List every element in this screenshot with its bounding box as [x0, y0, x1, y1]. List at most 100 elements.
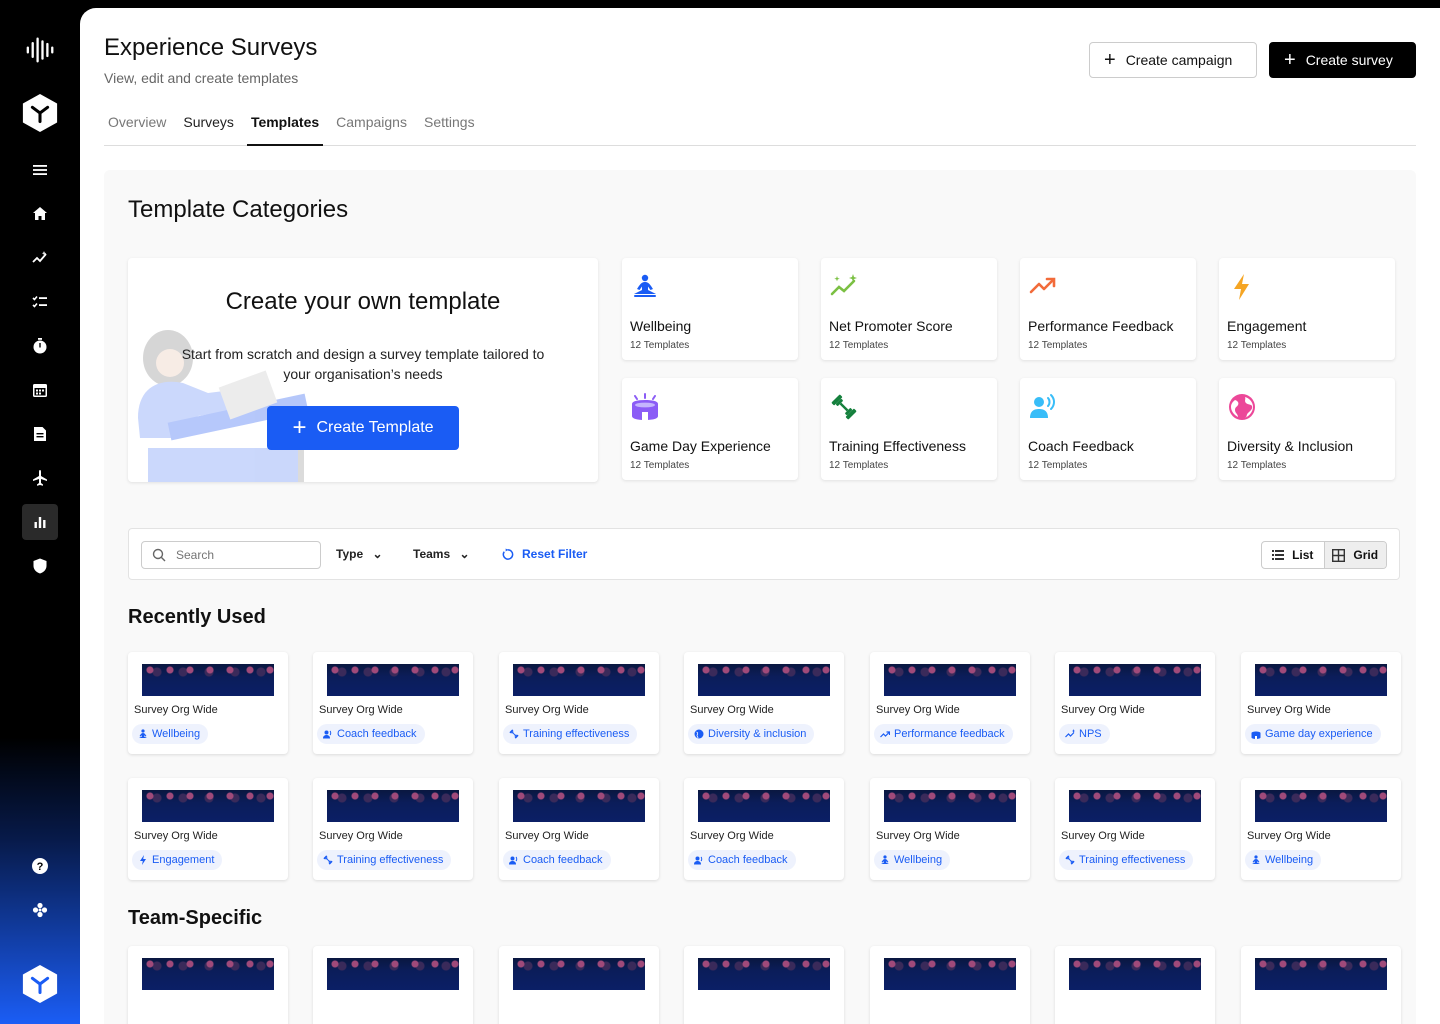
- category-name: Performance Feedback: [1028, 318, 1174, 334]
- create-own-description: Start from scratch and design a survey t…: [181, 346, 545, 382]
- home-icon[interactable]: [22, 196, 58, 232]
- template-thumbnail: [698, 958, 830, 990]
- template-thumbnail: [327, 790, 459, 822]
- category-card-wellbeing[interactable]: Wellbeing 12 Templates: [622, 258, 798, 360]
- create-survey-button[interactable]: + Create survey: [1269, 42, 1416, 78]
- category-name: Coach Feedback: [1028, 438, 1134, 454]
- airplane-icon[interactable]: [22, 460, 58, 496]
- template-card[interactable]: Survey Org Wide Performance feedback: [870, 652, 1030, 754]
- category-card-training-effectiveness[interactable]: Training Effectiveness 12 Templates: [821, 378, 997, 480]
- category-tag-label: Wellbeing: [894, 854, 943, 866]
- tab-overview[interactable]: Overview: [104, 108, 170, 146]
- tab-surveys[interactable]: Surveys: [179, 108, 238, 146]
- template-card[interactable]: Survey Org Wide Wellbeing: [128, 652, 288, 754]
- category-tag: Coach feedback: [688, 850, 796, 870]
- template-title: Survey Org Wide: [1247, 704, 1331, 716]
- category-tag-label: Wellbeing: [1265, 854, 1314, 866]
- grid-icon: [1332, 548, 1346, 562]
- template-card[interactable]: Survey Org Wide Training effectiveness: [313, 778, 473, 880]
- document-icon[interactable]: [22, 416, 58, 452]
- category-tag: Performance feedback: [874, 724, 1013, 744]
- category-card-engagement[interactable]: Engagement 12 Templates: [1219, 258, 1395, 360]
- search-box[interactable]: [141, 541, 321, 569]
- category-card-coach-feedback[interactable]: Coach Feedback 12 Templates: [1020, 378, 1196, 480]
- grid-view-button[interactable]: Grid: [1323, 542, 1386, 568]
- create-campaign-button[interactable]: + Create campaign: [1089, 42, 1257, 78]
- search-input[interactable]: [176, 548, 296, 562]
- category-card-performance-feedback[interactable]: Performance Feedback 12 Templates: [1020, 258, 1196, 360]
- create-template-button[interactable]: + Create Template: [267, 406, 459, 450]
- template-thumbnail: [1255, 790, 1387, 822]
- waveform-logo-icon[interactable]: [22, 32, 58, 68]
- template-card[interactable]: Survey Org Wide Coach feedback: [499, 778, 659, 880]
- template-card[interactable]: Survey Org Wide Coach feedback: [684, 778, 844, 880]
- template-card[interactable]: Survey Org Wide Training effectiveness: [1055, 778, 1215, 880]
- category-tag-label: Training effectiveness: [1079, 854, 1186, 866]
- category-card-game-day-experience[interactable]: Game Day Experience 12 Templates: [622, 378, 798, 480]
- tab-campaigns[interactable]: Campaigns: [332, 108, 411, 146]
- category-name: Game Day Experience: [630, 438, 771, 454]
- template-title: Survey Org Wide: [690, 704, 774, 716]
- template-card[interactable]: Survey Org Wide Game day experience: [1241, 652, 1401, 754]
- template-title: Survey Org Wide: [319, 704, 403, 716]
- template-card[interactable]: Survey Org Wide NPS: [1055, 652, 1215, 754]
- category-card-diversity-inclusion[interactable]: Diversity & Inclusion 12 Templates: [1219, 378, 1395, 480]
- template-card[interactable]: [1055, 946, 1215, 1024]
- template-thumbnail: [884, 664, 1016, 696]
- checklist-icon[interactable]: [22, 284, 58, 320]
- category-count: 12 Templates: [829, 340, 889, 351]
- list-icon: [1272, 550, 1285, 560]
- teams-dropdown[interactable]: Teams ⌄: [413, 547, 470, 561]
- template-card[interactable]: Survey Org Wide Coach feedback: [313, 652, 473, 754]
- reset-filter-button[interactable]: Reset Filter: [501, 547, 587, 561]
- globe-icon: [694, 729, 704, 739]
- plus-icon: +: [1104, 49, 1116, 71]
- bolt-icon: [1234, 274, 1249, 300]
- trend-sparkle-icon: [1065, 729, 1075, 738]
- template-card[interactable]: [870, 946, 1030, 1024]
- chevron-down-icon: ⌄: [372, 547, 383, 561]
- category-count: 12 Templates: [1028, 460, 1088, 471]
- type-dropdown-label: Type: [336, 547, 364, 561]
- analytics-icon[interactable]: [22, 240, 58, 276]
- template-card[interactable]: [1241, 946, 1401, 1024]
- team-specific-title: Team-Specific: [128, 907, 263, 929]
- type-dropdown[interactable]: Type ⌄: [336, 547, 383, 561]
- brand-logo-bottom-icon[interactable]: [20, 962, 60, 1006]
- calendar-icon[interactable]: [22, 372, 58, 408]
- list-view-button[interactable]: List: [1262, 542, 1324, 568]
- menu-icon[interactable]: [22, 152, 58, 188]
- help-icon[interactable]: ?: [22, 848, 58, 884]
- bar-chart-icon[interactable]: [22, 504, 58, 540]
- template-card[interactable]: Survey Org Wide Wellbeing: [870, 778, 1030, 880]
- template-card[interactable]: Survey Org Wide Diversity & inclusion: [684, 652, 844, 754]
- template-card[interactable]: [499, 946, 659, 1024]
- template-categories-title: Template Categories: [128, 196, 349, 223]
- svg-text:?: ?: [37, 861, 44, 873]
- template-title: Survey Org Wide: [876, 704, 960, 716]
- chevron-down-icon: ⌄: [459, 547, 470, 561]
- meditation-icon: [634, 274, 656, 297]
- template-card[interactable]: [313, 946, 473, 1024]
- tab-settings[interactable]: Settings: [420, 108, 479, 146]
- dumbbell-icon: [831, 394, 857, 420]
- template-card[interactable]: [128, 946, 288, 1024]
- brand-logo-icon[interactable]: [20, 92, 60, 134]
- category-tag-label: Training effectiveness: [337, 854, 444, 866]
- sidebar: ?: [0, 0, 80, 1024]
- timer-icon[interactable]: [22, 328, 58, 364]
- template-card[interactable]: Survey Org Wide Engagement: [128, 778, 288, 880]
- template-card[interactable]: Survey Org Wide Training effectiveness: [499, 652, 659, 754]
- template-thumbnail: [1255, 664, 1387, 696]
- template-card[interactable]: Survey Org Wide Wellbeing: [1241, 778, 1401, 880]
- teams-dropdown-label: Teams: [413, 547, 451, 561]
- category-tag: NPS: [1059, 724, 1110, 744]
- template-card[interactable]: [684, 946, 844, 1024]
- category-tag-label: Engagement: [152, 854, 215, 866]
- list-view-label: List: [1292, 548, 1314, 562]
- apps-icon[interactable]: [22, 892, 58, 928]
- template-title: Survey Org Wide: [1061, 704, 1145, 716]
- shield-icon[interactable]: [22, 548, 58, 584]
- tab-templates[interactable]: Templates: [246, 108, 324, 146]
- category-card-nps[interactable]: Net Promoter Score 12 Templates: [821, 258, 997, 360]
